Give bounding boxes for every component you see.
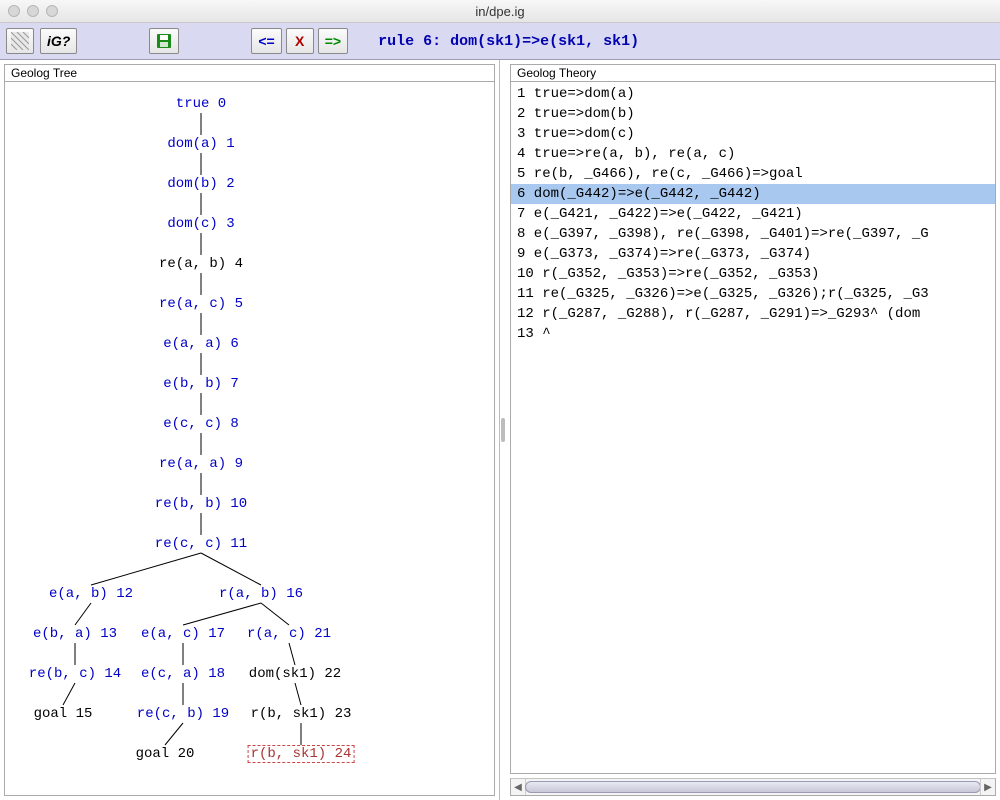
theory-panel-header: Geolog Theory	[510, 64, 996, 82]
scroll-right-icon[interactable]: ▶	[980, 779, 995, 795]
theory-panel: Geolog Theory 1 true=>dom(a)2 true=>dom(…	[506, 60, 1000, 800]
tree-node[interactable]: e(a, c) 17	[139, 626, 227, 642]
texture-button[interactable]	[6, 28, 34, 54]
scrollbar-thumb[interactable]	[525, 781, 981, 793]
delete-button[interactable]: X	[286, 28, 314, 54]
tree-node[interactable]: r(a, b) 16	[217, 586, 305, 602]
tree-edges	[5, 82, 494, 795]
texture-icon	[11, 32, 29, 50]
tree-node[interactable]: dom(sk1) 22	[247, 666, 343, 682]
tree-node[interactable]: re(a, c) 5	[157, 296, 245, 312]
titlebar: in/dpe.ig	[0, 0, 1000, 23]
next-button[interactable]: =>	[318, 28, 348, 54]
window-minimize-icon[interactable]	[27, 5, 39, 17]
tree-node[interactable]: goal 20	[134, 746, 197, 762]
save-button[interactable]	[149, 28, 179, 54]
tree-node[interactable]: re(c, b) 19	[135, 706, 231, 722]
tree-node[interactable]: re(b, c) 14	[27, 666, 123, 682]
theory-row[interactable]: 1 true=>dom(a)	[511, 84, 995, 104]
tree-node[interactable]: re(a, a) 9	[157, 456, 245, 472]
horizontal-scrollbar[interactable]: ◀ ▶	[510, 778, 996, 796]
theory-row[interactable]: 13 ^	[511, 324, 995, 344]
tree-node[interactable]: dom(a) 1	[165, 136, 236, 152]
grip-icon	[501, 418, 505, 442]
tree-node[interactable]: r(a, c) 21	[245, 626, 333, 642]
tree-node[interactable]: true 0	[174, 96, 228, 112]
window-title: in/dpe.ig	[0, 4, 1000, 19]
theory-row[interactable]: 5 re(b, _G466), re(c, _G466)=>goal	[511, 164, 995, 184]
theory-row[interactable]: 9 e(_G373, _G374)=>re(_G373, _G374)	[511, 244, 995, 264]
help-button[interactable]: iG?	[40, 28, 77, 54]
tree-node[interactable]: e(b, a) 13	[31, 626, 119, 642]
tree-node[interactable]: e(c, a) 18	[139, 666, 227, 682]
tree-node[interactable]: goal 15	[32, 706, 95, 722]
theory-row[interactable]: 2 true=>dom(b)	[511, 104, 995, 124]
theory-row[interactable]: 3 true=>dom(c)	[511, 124, 995, 144]
window-zoom-icon[interactable]	[46, 5, 58, 17]
tree-panel-header: Geolog Tree	[4, 64, 495, 82]
prev-button[interactable]: <=	[251, 28, 281, 54]
tree-node[interactable]: e(c, c) 8	[161, 416, 241, 432]
window-close-icon[interactable]	[8, 5, 20, 17]
tree-node[interactable]: dom(c) 3	[165, 216, 236, 232]
geolog-tree[interactable]: true 0 dom(a) 1 dom(b) 2 dom(c) 3 re(a, b) 4…	[5, 82, 494, 795]
theory-row[interactable]: 6 dom(_G442)=>e(_G442, _G442)	[511, 184, 995, 204]
theory-row[interactable]: 12 r(_G287, _G288), r(_G287, _G291)=>_G2…	[511, 304, 995, 324]
tree-panel: Geolog Tree true 0 dom(a) 1 dom(b) 2 dom(c)…	[0, 60, 500, 800]
scroll-left-icon[interactable]: ◀	[511, 779, 526, 795]
tree-node[interactable]: re(c, c) 11	[153, 536, 249, 552]
geolog-theory-list[interactable]: 1 true=>dom(a)2 true=>dom(b)3 true=>dom(…	[511, 82, 995, 346]
tree-node[interactable]: e(b, b) 7	[161, 376, 241, 392]
tree-node[interactable]: dom(b) 2	[165, 176, 236, 192]
tree-node[interactable]: re(b, b) 10	[153, 496, 249, 512]
tree-node[interactable]: e(a, a) 6	[161, 336, 241, 352]
current-rule-label: rule 6: dom(sk1)=>e(sk1, sk1)	[378, 33, 639, 50]
tree-node[interactable]: re(a, b) 4	[157, 256, 245, 272]
tree-node[interactable]: r(b, sk1) 23	[249, 706, 354, 722]
tree-node[interactable]: e(a, b) 12	[47, 586, 135, 602]
tree-node[interactable]: r(b, sk1) 24	[248, 745, 355, 763]
theory-row[interactable]: 11 re(_G325, _G326)=>e(_G325, _G326);r(_…	[511, 284, 995, 304]
theory-row[interactable]: 10 r(_G352, _G353)=>re(_G352, _G353)	[511, 264, 995, 284]
save-icon	[156, 33, 172, 49]
toolbar: iG? <= X => rule 6: dom(sk1)=>e(sk1, sk1…	[0, 23, 1000, 60]
theory-row[interactable]: 8 e(_G397, _G398), re(_G398, _G401)=>re(…	[511, 224, 995, 244]
theory-row[interactable]: 7 e(_G421, _G422)=>e(_G422, _G421)	[511, 204, 995, 224]
theory-row[interactable]: 4 true=>re(a, b), re(a, c)	[511, 144, 995, 164]
